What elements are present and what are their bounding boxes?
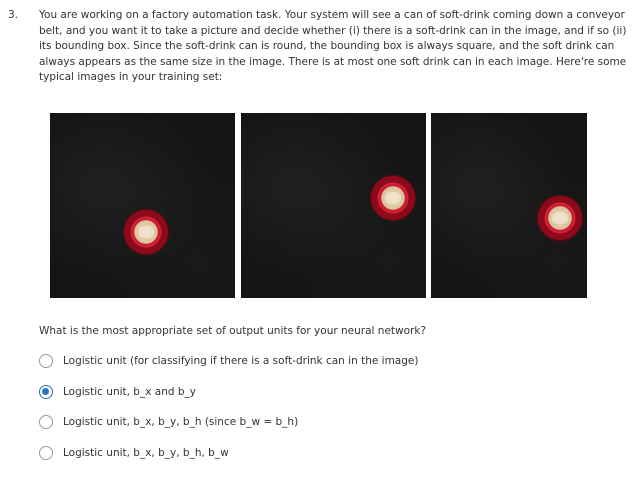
- option-4[interactable]: Logistic unit, b_x, b_y, b_h, b_w: [39, 444, 229, 462]
- option-3[interactable]: Logistic unit, b_x, b_y, b_h (since b_w …: [39, 413, 298, 431]
- question-prompt: What is the most appropriate set of outp…: [39, 325, 426, 337]
- option-label: Logistic unit, b_x and b_y: [63, 386, 196, 398]
- training-images: [50, 113, 587, 298]
- soft-drink-can: [124, 210, 168, 254]
- option-label: Logistic unit, b_x, b_y, b_h (since b_w …: [63, 416, 299, 428]
- soft-drink-can: [538, 196, 582, 240]
- soft-drink-can: [371, 176, 415, 220]
- option-label: Logistic unit (for classifying if there …: [63, 355, 419, 367]
- radio-button-selected[interactable]: [39, 385, 53, 399]
- option-1[interactable]: Logistic unit (for classifying if there …: [39, 352, 418, 370]
- training-image-3: [431, 113, 587, 298]
- radio-button[interactable]: [39, 354, 53, 368]
- option-label: Logistic unit, b_x, b_y, b_h, b_w: [63, 447, 229, 459]
- radio-button[interactable]: [39, 415, 53, 429]
- radio-button[interactable]: [39, 446, 53, 460]
- question-text: You are working on a factory automation …: [39, 9, 627, 83]
- question-number: 3.: [8, 9, 19, 21]
- option-2[interactable]: Logistic unit, b_x and b_y: [39, 383, 196, 401]
- training-image-1: [50, 113, 235, 298]
- training-image-2: [241, 113, 426, 298]
